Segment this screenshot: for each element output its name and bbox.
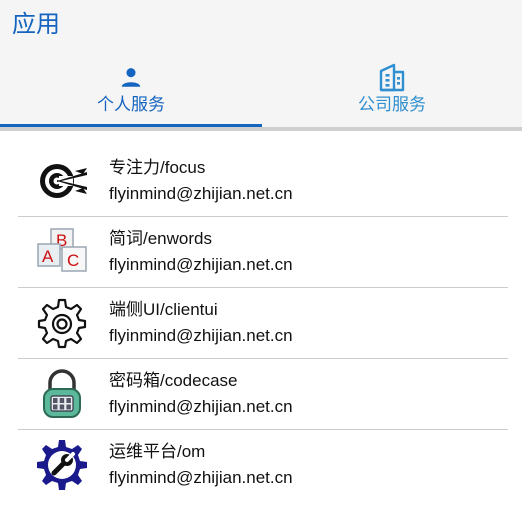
list-item-om[interactable]: 运维平台/om flyinmind@zhijian.net.cn	[18, 430, 508, 500]
list-item-clientui[interactable]: 端侧UI/clientui flyinmind@zhijian.net.cn	[18, 288, 508, 359]
app-name: 专注力/focus	[109, 158, 206, 177]
app-owner-email: flyinmind@zhijian.net.cn	[109, 255, 293, 274]
gear-icon	[34, 298, 90, 349]
building-icon	[377, 60, 407, 94]
padlock-icon	[34, 369, 90, 419]
svg-text:C: C	[67, 251, 79, 270]
tab-company-services[interactable]: 公司服务	[262, 60, 522, 126]
abc-blocks-icon: B A C	[34, 227, 90, 277]
app-list: 专注力/focus flyinmind@zhijian.net.cn B A C…	[0, 146, 522, 500]
target-icon	[34, 156, 90, 206]
page-title: 应用	[12, 11, 60, 38]
app-name: 简词/enwords	[109, 229, 212, 248]
list-item-enwords[interactable]: B A C 简词/enwords flyinmind@zhijian.net.c…	[18, 217, 508, 288]
tab-divider	[0, 127, 522, 131]
app-name: 密码箱/codecase	[109, 371, 238, 390]
list-item-focus[interactable]: 专注力/focus flyinmind@zhijian.net.cn	[18, 146, 508, 217]
list-item-codecase[interactable]: 密码箱/codecase flyinmind@zhijian.net.cn	[18, 359, 508, 430]
tab-label: 个人服务	[97, 95, 165, 114]
svg-text:A: A	[42, 247, 54, 266]
app-name: 运维平台/om	[109, 442, 206, 461]
tab-label: 公司服务	[358, 95, 426, 114]
person-icon	[118, 60, 144, 94]
app-name: 端侧UI/clientui	[109, 300, 218, 319]
gear-wrench-icon	[34, 440, 90, 490]
app-owner-email: flyinmind@zhijian.net.cn	[109, 326, 293, 345]
app-owner-email: flyinmind@zhijian.net.cn	[109, 184, 293, 203]
app-owner-email: flyinmind@zhijian.net.cn	[109, 397, 293, 416]
tab-personal-services[interactable]: 个人服务	[0, 60, 262, 126]
app-owner-email: flyinmind@zhijian.net.cn	[109, 468, 293, 487]
app-header: 应用 个人服务 公司服务	[0, 0, 522, 131]
